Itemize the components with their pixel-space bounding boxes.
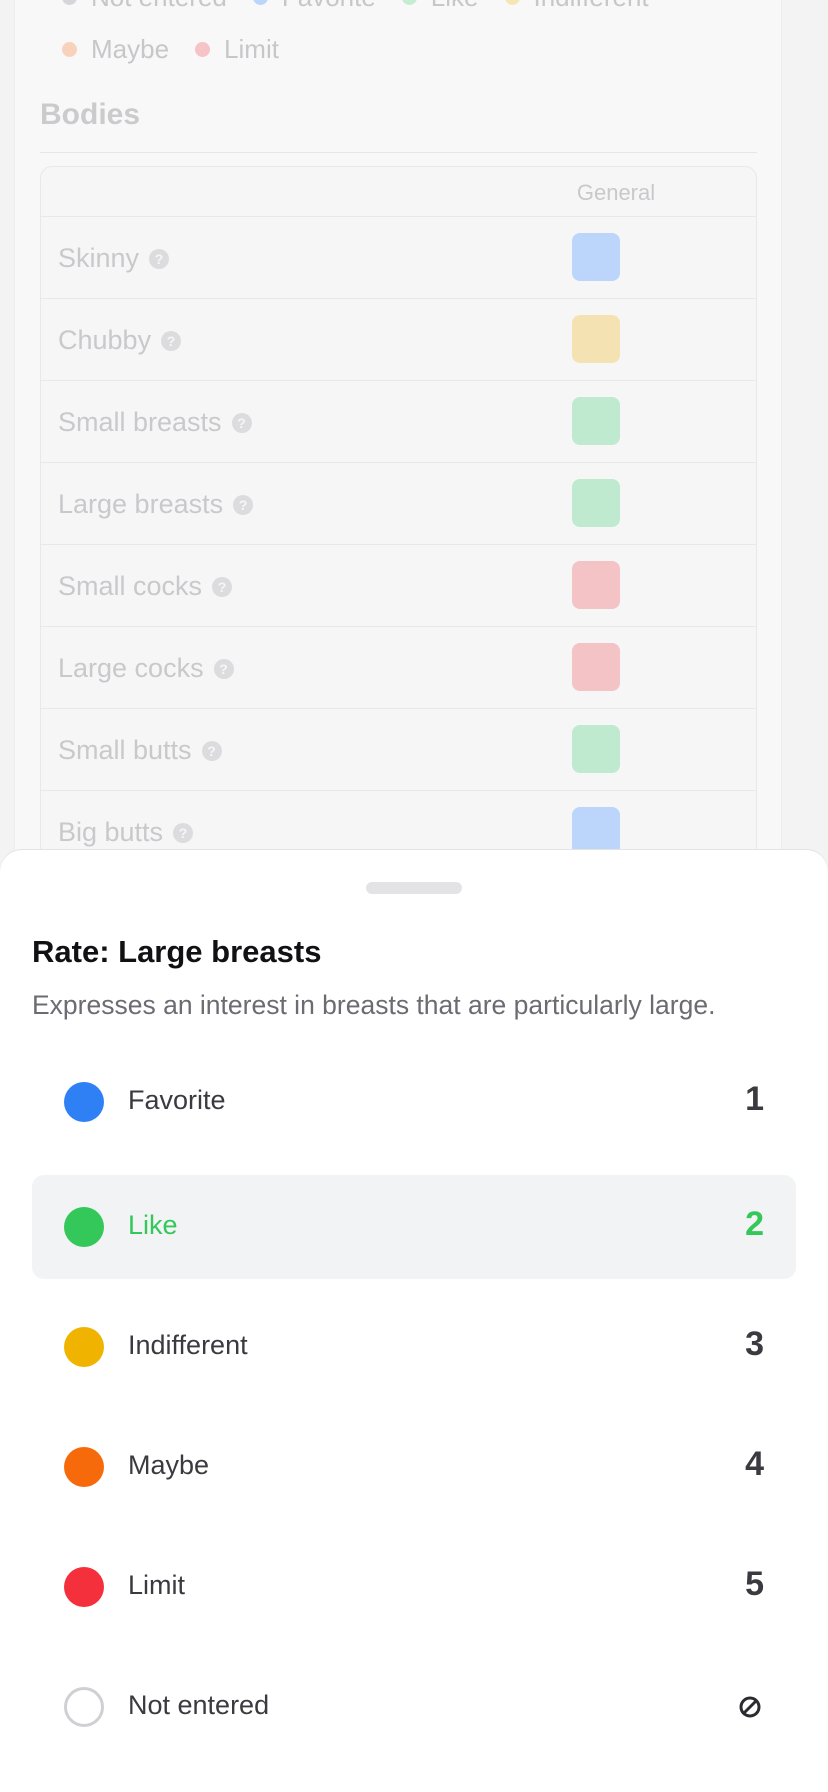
rating-swatch[interactable] (572, 397, 620, 445)
ratings-table: General Skinny? Chubby? Small breasts? L… (40, 166, 757, 876)
option-shortcut-number: 4 (745, 1445, 764, 1483)
help-icon[interactable]: ? (149, 248, 170, 269)
table-row[interactable]: Small cocks? (41, 545, 756, 627)
option-shortcut-number: 5 (745, 1565, 764, 1603)
rating-option-indifferent[interactable]: Indifferent 3 (32, 1295, 796, 1399)
legend-dot (401, 0, 417, 5)
legend-item: Not entered (62, 0, 227, 13)
favorite-dot-icon (64, 1082, 104, 1122)
section-title: Bodies (40, 98, 141, 131)
rating-bottom-sheet: Rate: Large breasts Expresses an interes… (0, 850, 828, 1792)
option-label: Limit (128, 1570, 186, 1600)
table-header: General (41, 167, 756, 217)
row-name: Chubby? (58, 325, 182, 356)
legend-item: Limit (195, 34, 279, 65)
help-icon[interactable]: ? (212, 576, 233, 597)
legend-dot (504, 0, 520, 5)
row-label: Large cocks (58, 653, 204, 683)
rating-option-limit[interactable]: Limit 5 (32, 1535, 796, 1639)
table-row[interactable]: Large breasts? (41, 463, 756, 545)
help-icon[interactable]: ? (233, 494, 254, 515)
row-name: Large breasts? (58, 489, 254, 520)
legend-label: Indifferent (534, 0, 649, 13)
option-label: Not entered (128, 1690, 270, 1720)
legend-label: Not entered (91, 0, 227, 13)
legend-dot (62, 42, 77, 57)
option-label: Like (128, 1210, 178, 1240)
legend-label: Like (431, 0, 479, 13)
help-icon[interactable]: ? (213, 658, 234, 679)
rating-swatch[interactable] (572, 807, 620, 855)
option-label: Maybe (128, 1450, 210, 1480)
row-label: Skinny (58, 243, 140, 273)
indifferent-dot-icon (64, 1327, 104, 1367)
rating-swatch[interactable] (572, 561, 620, 609)
row-name: Small breasts? (58, 407, 252, 438)
table-row[interactable]: Large cocks? (41, 627, 756, 709)
rating-swatch[interactable] (572, 725, 620, 773)
row-label: Small cocks (58, 571, 203, 601)
row-name: Large cocks? (58, 653, 234, 684)
help-icon[interactable]: ? (161, 330, 182, 351)
maybe-dot-icon (64, 1447, 104, 1487)
option-shortcut-number: 3 (745, 1325, 764, 1363)
option-label: Favorite (128, 1085, 226, 1115)
limit-dot-icon (64, 1567, 104, 1607)
legend-label: Maybe (91, 34, 170, 64)
legend-dot (195, 42, 211, 57)
legend-item: Like (401, 0, 479, 13)
empty-circle-icon (64, 1687, 104, 1727)
legend-item: Maybe (62, 34, 169, 65)
help-icon[interactable]: ? (201, 740, 222, 761)
table-row[interactable]: Small breasts? (41, 381, 756, 463)
row-name: Skinny? (58, 243, 170, 274)
no-entry-icon (739, 1696, 761, 1718)
table-row[interactable]: Skinny? (41, 217, 756, 299)
row-label: Small butts (58, 735, 192, 765)
option-label: Indifferent (128, 1330, 248, 1360)
legend-item: Favorite (252, 0, 376, 13)
rating-option-like[interactable]: Like 2 (32, 1175, 796, 1279)
page: Not entered Favorite Like Indifferent Ma… (0, 0, 828, 1792)
row-label: Big butts (58, 817, 164, 847)
rating-option-favorite[interactable]: Favorite 1 (32, 1050, 796, 1154)
legend-dot (252, 0, 268, 5)
row-label: Chubby (58, 325, 152, 355)
legend-row-2: Maybe Limit (62, 34, 279, 65)
option-shortcut-number: 2 (745, 1205, 764, 1243)
rating-swatch[interactable] (572, 315, 620, 363)
help-icon[interactable]: ? (231, 412, 252, 433)
rating-swatch[interactable] (572, 643, 620, 691)
legend-label: Favorite (282, 0, 376, 13)
rating-swatch[interactable] (572, 479, 620, 527)
row-label: Small breasts (58, 407, 222, 437)
section-divider (40, 152, 757, 153)
like-dot-icon (64, 1207, 104, 1247)
legend-dot (62, 0, 77, 5)
row-label: Large breasts (58, 489, 224, 519)
table-row[interactable]: Small butts? (41, 709, 756, 791)
sheet-title: Rate: Large breasts (32, 934, 322, 969)
legend-item: Indifferent (504, 0, 649, 13)
help-icon[interactable]: ? (173, 822, 194, 843)
row-name: Big butts? (58, 817, 194, 848)
sheet-description: Expresses an interest in breasts that ar… (32, 990, 716, 1020)
legend-label: Limit (224, 34, 279, 64)
legend-row-1: Not entered Favorite Like Indifferent (62, 0, 649, 13)
column-header-general: General (576, 180, 656, 205)
table-row[interactable]: Chubby? (41, 299, 756, 381)
row-name: Small butts? (58, 735, 222, 766)
option-shortcut-number: 1 (745, 1080, 764, 1118)
rating-option-not-entered[interactable]: Not entered (32, 1655, 796, 1759)
rating-option-maybe[interactable]: Maybe 4 (32, 1415, 796, 1519)
rating-swatch[interactable] (572, 233, 620, 281)
row-name: Small cocks? (58, 571, 233, 602)
sheet-grabber-handle[interactable] (366, 882, 462, 894)
